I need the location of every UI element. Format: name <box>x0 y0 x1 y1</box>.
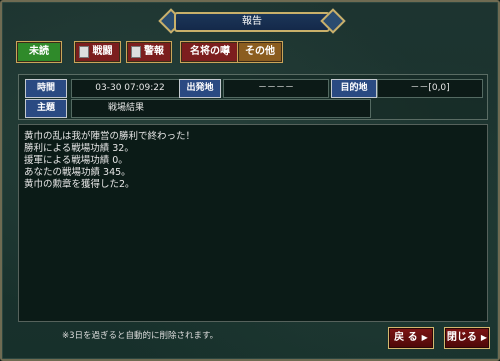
destination-value: －－[0,0] <box>377 79 483 98</box>
subject-value: 戦場結果 <box>71 99 371 118</box>
arrow-right-icon: ▶ <box>480 333 488 342</box>
document-icon <box>131 46 141 58</box>
report-info-panel: 時間 03-30 07:09:22 出発地 －－－－ 目的地 －－[0,0] 主… <box>18 74 488 120</box>
report-line: 黄巾の勲章を獲得した2。 <box>24 179 135 190</box>
origin-label: 出発地 <box>179 79 221 98</box>
tab-battle[interactable]: 戦闘 <box>74 41 121 63</box>
time-value: 03-30 07:09:22 <box>71 79 189 98</box>
tab-famous-general-rumor[interactable]: 名将の噂 <box>180 41 240 63</box>
auto-delete-note: ※3日を過ぎると自動的に削除されます。 <box>62 331 219 341</box>
window-title: 報告 <box>174 12 330 32</box>
window-title-bar: 報告 <box>158 8 346 34</box>
subject-label: 主題 <box>25 99 67 118</box>
arrow-right-icon: ▶ <box>421 333 428 342</box>
time-label: 時間 <box>25 79 67 98</box>
origin-value: －－－－ <box>223 79 329 98</box>
tab-unread[interactable]: 未読 <box>16 41 62 63</box>
back-button[interactable]: 戻 る ▶ <box>388 327 434 349</box>
tab-other[interactable]: その他 <box>237 41 283 63</box>
report-window: 報告 未読 戦闘 警報 名将の噂 その他 時間 03-30 07:09:22 出… <box>0 0 500 361</box>
tab-alert[interactable]: 警報 <box>126 41 172 63</box>
document-icon <box>79 46 89 58</box>
close-button[interactable]: 閉じる ▶ <box>444 327 490 349</box>
report-body: 黄巾の乱は我が陣営の勝利で終わった！ 勝利による戦場功績 32。 援軍による戦場… <box>18 124 488 322</box>
destination-label: 目的地 <box>331 79 377 98</box>
